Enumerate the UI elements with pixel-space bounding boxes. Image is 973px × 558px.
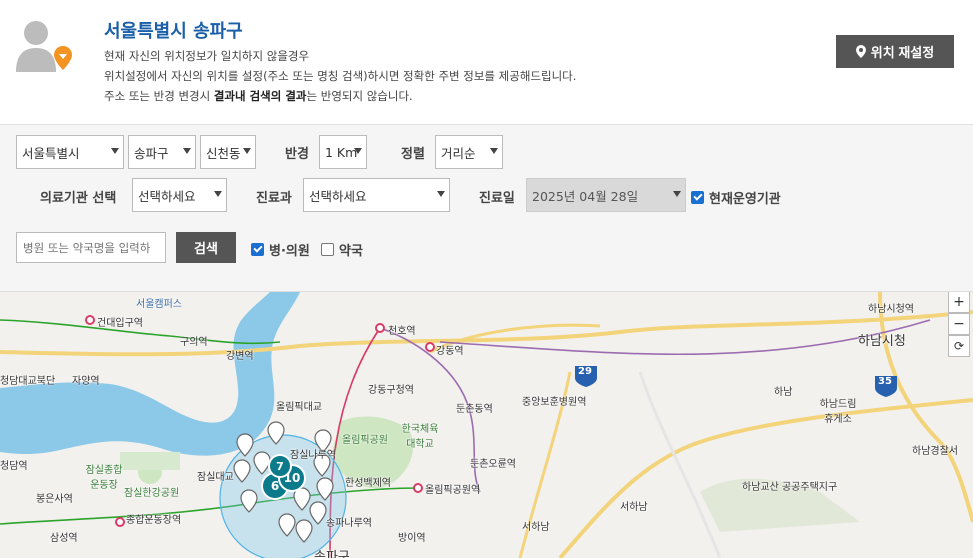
marker-cluster[interactable]: 7 xyxy=(268,454,292,478)
dong-select-value: 신천동 xyxy=(206,145,241,161)
map-view[interactable]: 서울캠퍼스 건대입구역 구의역 강변역 천호역 강동역 강동구청역 둔촌동역 올… xyxy=(0,292,973,558)
map-label-olympic-park: 올림픽공원 xyxy=(342,435,388,446)
map-label-dunchon-oryun: 둔촌오륜역 xyxy=(470,459,516,470)
refresh-icon[interactable]: ⟳ xyxy=(948,335,970,357)
sort-select[interactable]: 거리순 xyxy=(435,135,503,169)
map-label-gangdong-gu-office: 강동구청역 xyxy=(368,385,414,396)
map-label-jamsil-bridge: 잠실대교 xyxy=(197,472,234,483)
map-label-jayang: 자양역 xyxy=(72,376,100,387)
radius-select[interactable]: 1 Km xyxy=(319,135,367,169)
city-select-value: 서울특별시 xyxy=(22,145,80,161)
map-label-olympic-bridge: 올림픽대교 xyxy=(276,402,322,413)
notice-line-3-a: 주소 또는 반경 변경시 xyxy=(104,89,214,103)
checkbox-unchecked-icon xyxy=(321,243,334,256)
map-label-hanam-city-station: 하남시청역 xyxy=(868,304,914,315)
search-button[interactable]: 검색 xyxy=(176,232,236,263)
map-label-jamsil-hangang: 잠실한강공원 xyxy=(124,488,180,499)
chevron-down-icon xyxy=(214,191,222,197)
map-label-korea-sports-univ: 한국체육대학교 xyxy=(401,424,439,450)
notice-line-3: 주소 또는 반경 변경시 결과내 검색의 결과는 반영되지 않습니다. xyxy=(104,88,413,104)
operating-label: 현재운영기관 xyxy=(709,192,781,207)
map-label-guui: 구의역 xyxy=(180,337,208,348)
pharmacy-label: 약국 xyxy=(339,244,363,259)
location-header: 서울특별시 송파구 현재 자신의 위치정보가 일치하지 않을경우 위치설정에서 … xyxy=(0,0,973,124)
map-label-bongeunsa: 봉은사역 xyxy=(36,494,73,505)
notice-line-3-bold: 결과내 검색의 결과 xyxy=(213,89,307,103)
route-29-shield-icon: 29 xyxy=(578,366,592,377)
map-label-hanam-city: 하남시청 xyxy=(858,334,906,349)
department-select-value: 선택하세요 xyxy=(309,188,367,204)
chevron-down-icon xyxy=(243,148,251,154)
route-35-shield-icon: 35 xyxy=(878,376,892,387)
region-title: 서울특별시 송파구 xyxy=(104,21,243,42)
date-select-value: 2025년 04월 28일 xyxy=(532,188,639,204)
map-label-hanseong-baekje: 한성백제역 xyxy=(345,478,391,489)
map-label-seohanam-ic: 서하남 xyxy=(620,502,648,513)
chevron-down-icon xyxy=(490,148,498,154)
chevron-down-icon xyxy=(437,191,445,197)
user-avatar-icon xyxy=(16,21,72,72)
map-label-hanam-housing: 하남교산 공공주택지구 xyxy=(742,482,838,493)
map-label-hanam-dream: 하남드림휴게소 xyxy=(819,399,857,425)
map-label-jungang-vet: 중앙보훈병원역 xyxy=(522,397,587,408)
map-label-olympic-park-station: 올림픽공원역 xyxy=(425,485,481,496)
radius-select-value: 1 Km xyxy=(325,144,358,160)
chevron-down-icon xyxy=(111,148,119,154)
notice-line-1: 현재 자신의 위치정보가 일치하지 않을경우 xyxy=(104,49,310,63)
map-label-gangdong: 강동역 xyxy=(436,346,464,357)
chevron-down-icon xyxy=(673,191,681,197)
department-label: 진료과 xyxy=(256,191,292,206)
map-label-hanam-police: 하남경찰서 xyxy=(912,446,958,457)
map-label-bangi: 방이역 xyxy=(398,533,426,544)
chevron-down-icon xyxy=(183,148,191,154)
map-label-konkuk-station: 건대입구역 xyxy=(97,318,143,329)
facility-select[interactable]: 선택하세요 xyxy=(132,178,227,212)
zoom-in-button[interactable]: + xyxy=(948,292,970,313)
location-pin-icon xyxy=(855,45,866,58)
checkbox-checked-icon xyxy=(691,191,704,204)
map-label-hanam: 하남 xyxy=(774,387,793,398)
pharmacy-checkbox[interactable]: 약국 xyxy=(321,240,363,259)
department-select[interactable]: 선택하세요 xyxy=(303,178,450,212)
sort-label: 정렬 xyxy=(401,147,425,162)
map-label-sports-complex-station: 종합운동장역 xyxy=(126,515,182,526)
map-label-songpa-naru: 송파나루역 xyxy=(326,518,372,529)
city-select[interactable]: 서울특별시 xyxy=(16,135,124,169)
map-label-seohanam: 서하남 xyxy=(522,522,550,533)
map-label-jamsil-sports: 잠실종합운동장 xyxy=(85,465,123,491)
sort-select-value: 거리순 xyxy=(441,145,476,161)
name-search-input[interactable] xyxy=(16,232,166,263)
facility-label: 의료기관 선택 xyxy=(40,191,117,206)
date-label: 진료일 xyxy=(479,191,515,206)
checkbox-checked-icon xyxy=(251,243,264,256)
date-select[interactable]: 2025년 04월 28일 xyxy=(526,178,686,212)
hospital-checkbox[interactable]: 병·의원 xyxy=(251,240,310,259)
radius-label: 반경 xyxy=(285,147,309,162)
notice-line-2: 위치설정에서 자신의 위치를 설정(주소 또는 명칭 검색)하시면 정확한 주변… xyxy=(104,69,577,83)
map-label-samseong: 삼성역 xyxy=(50,533,78,544)
map-label-jamsil-naru: 잠실나루역 xyxy=(290,450,336,461)
map-label-seoul-campus: 서울캠퍼스 xyxy=(136,299,182,310)
map-label-dunchon-dong: 둔촌동역 xyxy=(456,404,493,415)
district-select[interactable]: 송파구 xyxy=(128,135,196,169)
facility-select-value: 선택하세요 xyxy=(138,188,196,204)
hospital-label: 병·의원 xyxy=(269,244,310,259)
map-label-cheongdam-bridge: 청담대교북단 xyxy=(0,376,56,387)
reset-location-label: 위치 재설정 xyxy=(870,45,935,60)
map-label-cheonho: 천호역 xyxy=(388,326,416,337)
notice-line-3-c: 는 반영되지 않습니다. xyxy=(306,89,413,103)
zoom-out-button[interactable]: − xyxy=(948,313,970,335)
dong-select[interactable]: 신천동 xyxy=(200,135,256,169)
operating-checkbox[interactable]: 현재운영기관 xyxy=(691,188,781,207)
chevron-down-icon xyxy=(354,148,362,154)
map-label-gangbyeon: 강변역 xyxy=(226,351,254,362)
reset-location-button[interactable]: 위치 재설정 xyxy=(836,35,954,68)
district-select-value: 송파구 xyxy=(134,145,169,161)
map-label-songpa: 송파구 xyxy=(314,550,350,558)
map-label-chungdam: 청담역 xyxy=(0,461,28,472)
